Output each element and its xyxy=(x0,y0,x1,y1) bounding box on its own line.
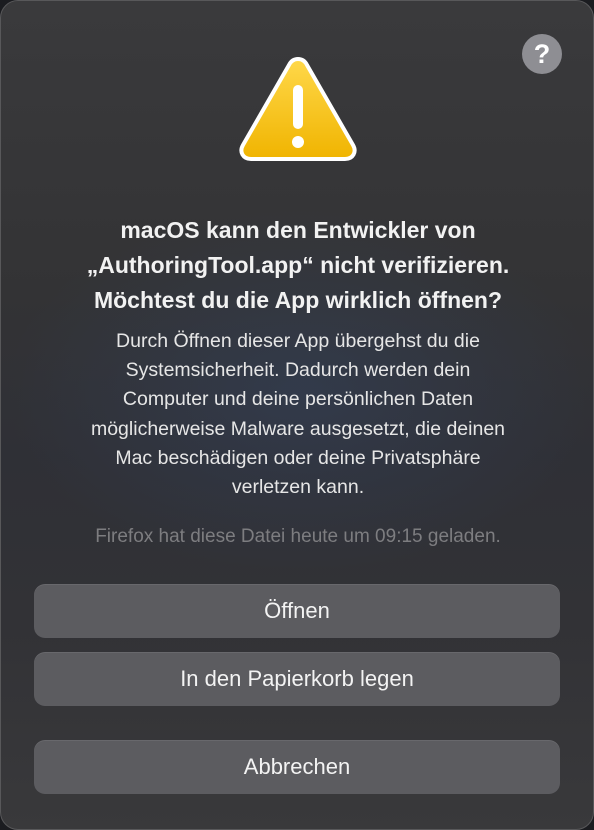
open-button[interactable]: Öffnen xyxy=(34,584,560,638)
dialog-message-line: Computer und deine persönlichen Daten xyxy=(122,388,474,411)
dialog-title: macOS kann den Entwickler von „Authoring… xyxy=(21,213,575,318)
dialog-message: Durch Öffnen dieser App übergehst du die… xyxy=(31,327,565,502)
warning-triangle-icon xyxy=(239,57,357,161)
dialog-message-line: verletzen kann. xyxy=(231,476,365,499)
dialog-message-line: Durch Öffnen dieser App übergehst du die xyxy=(116,330,480,352)
dialog-title-line: macOS kann den Entwickler von xyxy=(120,217,476,243)
help-button[interactable]: ? xyxy=(522,34,562,74)
dialog-title-line: „AuthoringTool.app“ nicht verifizieren. xyxy=(86,252,510,278)
dialog-message-line: möglicherweise Malware ausgesetzt, die d… xyxy=(90,417,506,440)
move-to-trash-button[interactable]: In den Papierkorb legen xyxy=(34,652,560,706)
dialog-message-line: Mac beschädigen oder deine Privatsphäre xyxy=(115,446,481,469)
dialog-message-line: Systemsicherheit. Dadurch werden dein xyxy=(125,359,471,382)
cancel-button[interactable]: Abbrechen xyxy=(34,740,560,794)
download-source-note: Firefox hat diese Datei heute um 09:15 g… xyxy=(95,526,501,547)
dialog-title-line: Möchtest du die App wirklich öffnen? xyxy=(93,287,503,313)
security-alert-dialog: ? macOS kann den Entwickler von „Authori… xyxy=(0,0,594,830)
